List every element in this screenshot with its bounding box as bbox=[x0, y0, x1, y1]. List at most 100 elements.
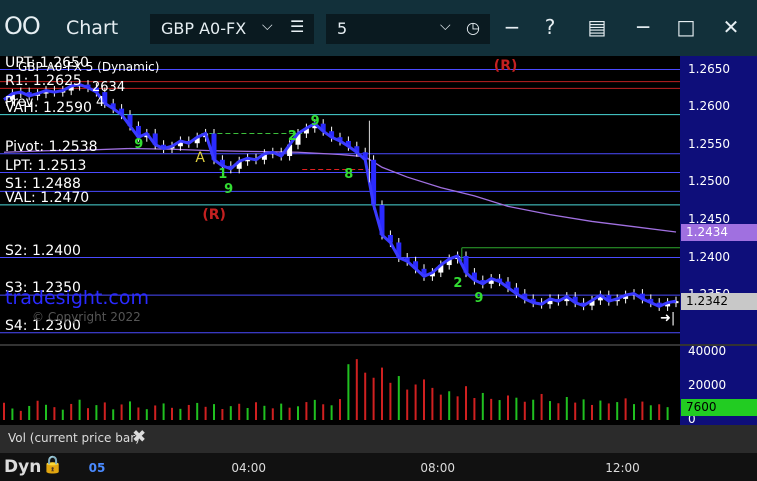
volume-bar bbox=[599, 400, 602, 420]
time-tick: 08:00 bbox=[420, 461, 455, 475]
dyn-label: Dyn bbox=[4, 457, 42, 477]
volume-bar bbox=[540, 393, 543, 420]
moving-average-line bbox=[3, 147, 677, 233]
sequence-label: 8 bbox=[344, 166, 354, 182]
sequence-label: 2 bbox=[287, 129, 297, 145]
volume-bar bbox=[532, 399, 535, 420]
sequence-label: 2 bbox=[453, 275, 463, 291]
watermark: tradesight.com bbox=[5, 287, 150, 310]
volume-bar bbox=[439, 394, 442, 420]
volume-bar bbox=[339, 399, 341, 420]
sequence-label: 9 bbox=[474, 290, 484, 306]
sequence-label: 1 bbox=[218, 166, 228, 182]
goto-end-icon: ➜| bbox=[660, 311, 676, 327]
volume-bar bbox=[381, 367, 383, 420]
volume-bar bbox=[490, 398, 493, 420]
level-label: VAL: 1.2470 bbox=[5, 189, 90, 206]
volume-bar bbox=[61, 409, 64, 420]
volume-bar bbox=[120, 404, 123, 420]
volume-bar bbox=[162, 403, 165, 420]
volume-bar bbox=[28, 405, 31, 420]
time-tick: 04:00 bbox=[231, 461, 266, 475]
volume-bar bbox=[313, 399, 316, 420]
volume-bar bbox=[649, 405, 652, 420]
volume-tick: 40000 bbox=[688, 344, 727, 359]
volume-bar bbox=[515, 397, 518, 420]
volume-bar bbox=[456, 396, 459, 420]
sequence-label: 9 bbox=[224, 181, 234, 197]
volume-bar bbox=[549, 401, 551, 420]
last-price-box: 1.2342 bbox=[681, 293, 757, 311]
volume-bar bbox=[465, 386, 467, 420]
volume-bar bbox=[78, 399, 81, 420]
volume-bar bbox=[154, 405, 157, 420]
volume-bar bbox=[187, 404, 190, 420]
volume-bar bbox=[263, 405, 266, 420]
volume-bar bbox=[305, 402, 308, 420]
volume-bar bbox=[330, 405, 333, 420]
price-tick: 1.2500 bbox=[688, 174, 730, 189]
close-study-icon[interactable]: ✖ bbox=[132, 427, 146, 447]
volume-bar bbox=[347, 364, 350, 420]
volume-bar bbox=[574, 402, 577, 420]
volume-bar bbox=[633, 404, 635, 420]
r-marker: (R) bbox=[493, 57, 518, 74]
volume-study-label: Vol (current price bar) bbox=[8, 431, 140, 445]
volume-bar bbox=[221, 409, 224, 420]
volume-bar bbox=[557, 403, 560, 420]
volume-pane-header: Vol (current price bar) ✖ bbox=[0, 425, 757, 453]
level-label: LPT: 1.2513 bbox=[5, 157, 87, 174]
volume-bar bbox=[137, 407, 140, 420]
volume-bar bbox=[229, 406, 232, 420]
price-tick: 1.2400 bbox=[688, 249, 730, 264]
sequence-label: 9 bbox=[310, 114, 320, 130]
volume-bar bbox=[414, 384, 417, 420]
level-label: S2: 1.2400 bbox=[5, 242, 81, 259]
volume-bar bbox=[213, 404, 215, 420]
volume-bar bbox=[364, 372, 367, 420]
volume-bar bbox=[607, 403, 610, 420]
volume-bar bbox=[658, 404, 661, 420]
volume-bar bbox=[288, 407, 291, 420]
a-marker: A bbox=[195, 150, 205, 167]
volume-bar bbox=[582, 399, 585, 420]
volume-bar bbox=[423, 379, 425, 420]
volume-bar bbox=[11, 408, 14, 420]
volume-bar bbox=[372, 377, 375, 420]
volume-bar bbox=[3, 402, 5, 420]
volume-bar bbox=[87, 408, 89, 420]
volume-bar bbox=[297, 406, 299, 420]
volume-bar bbox=[179, 408, 182, 420]
volume-bar bbox=[355, 359, 358, 420]
volume-bar bbox=[196, 402, 199, 420]
price-tick: 1.2550 bbox=[688, 136, 730, 151]
volume-bar bbox=[624, 398, 627, 420]
study-label: GBP A0-FX 5 (Dynamic) bbox=[18, 60, 160, 74]
time-tick: 12:00 bbox=[605, 461, 640, 475]
volume-bar bbox=[255, 402, 257, 420]
volume-bar bbox=[145, 409, 148, 420]
volume-bar bbox=[565, 397, 568, 420]
volume-bar bbox=[171, 407, 173, 420]
volume-bar bbox=[641, 401, 644, 420]
time-axis[interactable]: Dyn 🔒 05 04:00 08:00 12:00 bbox=[0, 453, 757, 481]
volume-bar bbox=[448, 391, 451, 420]
volume-bar bbox=[238, 403, 241, 420]
volume-tick: 20000 bbox=[688, 378, 727, 393]
price-tick: 1.2650 bbox=[688, 61, 730, 76]
volume-bar bbox=[591, 404, 593, 420]
val-suffix-label: 4 bbox=[96, 95, 105, 111]
r1-extra-label: 2634 bbox=[92, 80, 126, 96]
lock-icon[interactable]: 🔒 bbox=[42, 455, 63, 475]
volume-bar bbox=[431, 387, 434, 420]
volume-current-box: 7600 bbox=[681, 399, 757, 417]
volume-bar bbox=[389, 382, 392, 420]
volume-bar bbox=[36, 400, 39, 420]
volume-bar bbox=[204, 406, 207, 420]
volume-bar bbox=[507, 395, 509, 420]
volume-bar bbox=[322, 404, 325, 420]
volume-bar bbox=[397, 376, 400, 420]
time-tick: 05 bbox=[88, 461, 106, 475]
volume-bar bbox=[103, 402, 106, 420]
price-line bbox=[3, 83, 677, 309]
